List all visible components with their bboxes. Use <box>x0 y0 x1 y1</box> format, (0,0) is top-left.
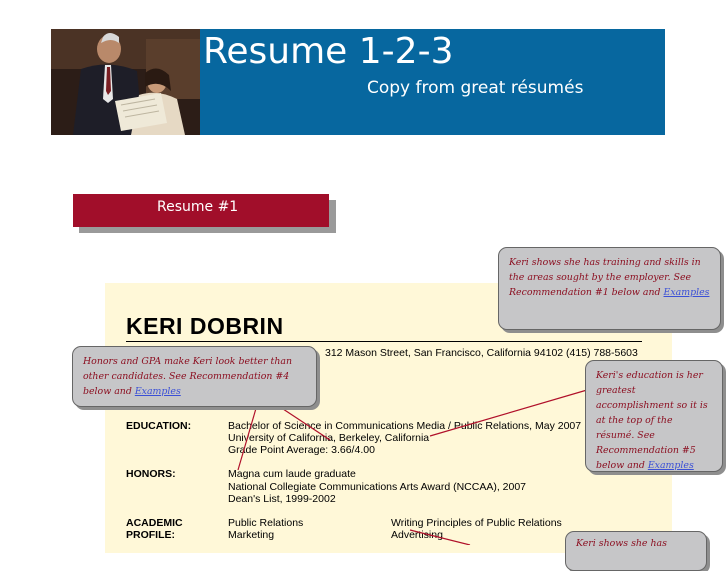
callout-text: Honors and GPA make Keri look better tha… <box>83 356 292 397</box>
callout-text: Keri's education is her greatest accompl… <box>596 370 708 471</box>
callout-text: Keri shows she has <box>576 538 667 549</box>
examples-link[interactable]: Examples <box>135 386 181 397</box>
connector-line <box>409 529 471 545</box>
callout-education: Keri's education is her greatest accompl… <box>585 360 723 472</box>
examples-link[interactable]: Examples <box>648 460 694 471</box>
callout-skills: Keri shows she has <box>565 531 707 571</box>
connector-line <box>429 389 588 437</box>
connector-line <box>237 404 258 471</box>
callout-training: Keri shows she has training and skills i… <box>498 247 721 330</box>
connector-line <box>276 404 331 441</box>
examples-link[interactable]: Examples <box>664 287 710 298</box>
callout-honors: Honors and GPA make Keri look better tha… <box>72 346 317 407</box>
